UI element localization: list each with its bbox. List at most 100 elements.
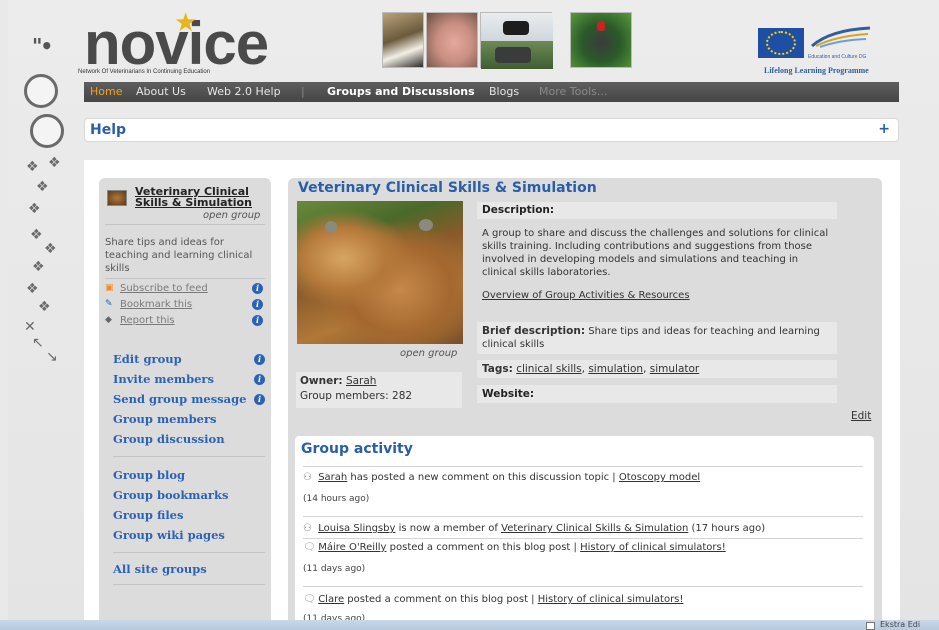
activity-text: posted a comment on this blog post | [344, 594, 538, 605]
nav-blogs[interactable]: Blogs [489, 85, 519, 99]
activity-text: posted a comment on this blog post | [386, 542, 581, 553]
edit-group-details-link[interactable]: Edit [851, 410, 871, 422]
report-link[interactable]: ◆ Report this i [105, 314, 267, 330]
group-members-count: Group members: 282 [300, 390, 413, 402]
info-icon[interactable]: i [254, 394, 265, 405]
lifelong-learning-logo [811, 26, 871, 48]
subscribe-feed-link[interactable]: ▣ Subscribe to feed i [105, 282, 267, 298]
activity-user-link[interactable]: Louisa Slingsby [318, 523, 395, 534]
sidebar-all-groups: All site groups [113, 560, 265, 580]
divider [303, 516, 863, 517]
activity-target-link[interactable]: Otoscopy model [619, 472, 700, 483]
group-description: A group to share and discuss the challen… [482, 228, 829, 278]
sidebar-utility-links: ▣ Subscribe to feed i ✎ Bookmark this i … [105, 282, 267, 330]
activity-target-link[interactable]: History of clinical simulators! [538, 594, 684, 605]
comment-icon: 🗨 [303, 594, 316, 605]
nav-groups-discussions[interactable]: Groups and Discussions [327, 85, 475, 99]
paw-icon: ❖ [48, 155, 61, 171]
activity-target-link[interactable]: Veterinary Clinical Skills & Simulation [501, 523, 688, 534]
overview-link[interactable]: Overview of Group Activities & Resources [482, 290, 690, 301]
info-icon[interactable]: i [252, 299, 263, 310]
nav-about-us[interactable]: About Us [136, 85, 186, 99]
brief-label: Brief description: [482, 325, 586, 337]
edit-group-link[interactable]: Edit group i [113, 350, 265, 370]
divider [303, 466, 863, 467]
activity-item: 🗨 Clare posted a comment on this blog po… [303, 594, 683, 605]
pawprint-decoration: ❖ ❖ ❖ ❖ ❖ ❖ ❖ ❖ ❖ ✕ ↖ ↘ [22, 60, 82, 380]
sidebar-group-tools: Group blog Group bookmarks Group files G… [113, 466, 265, 546]
website-box: Website: [477, 385, 837, 403]
all-site-groups-link[interactable]: All site groups [113, 560, 265, 580]
bookmark-link[interactable]: ✎ Bookmark this i [105, 298, 267, 314]
send-group-message-link[interactable]: Send group message i [113, 390, 265, 410]
dog-photo [382, 12, 424, 68]
activity-target-link[interactable]: History of clinical simulators! [580, 542, 726, 553]
sidebar-group-type: open group [203, 210, 261, 221]
group-bookmarks-link[interactable]: Group bookmarks [113, 486, 265, 506]
rss-icon: ▣ [105, 283, 114, 293]
paw-icon: ❖ [38, 299, 51, 315]
info-icon[interactable]: i [252, 283, 263, 294]
owner-name-link[interactable]: Sarah [346, 375, 377, 387]
divider [303, 586, 863, 587]
group-discussion-link[interactable]: Group discussion [113, 430, 265, 450]
eu-programme-text: Lifelong Learning Programme [764, 66, 869, 75]
info-icon[interactable]: i [254, 354, 265, 365]
group-members-link[interactable]: Group members [113, 410, 265, 430]
activity-time: (17 hours ago) [688, 523, 766, 534]
group-activity-title: Group activity [301, 441, 413, 457]
star-icon: ★ [174, 8, 198, 38]
activity-user-link[interactable]: Máire O'Reilly [318, 542, 386, 553]
activity-time: (14 hours ago) [303, 494, 370, 504]
paw-icon: ❖ [28, 201, 41, 217]
paw-icon: ↘ [46, 349, 58, 365]
members-icon: ⚇ [303, 523, 312, 534]
tags-label: Tags: [482, 363, 513, 375]
group-blog-link[interactable]: Group blog [113, 466, 265, 486]
brief-description-box: Brief description: Share tips and ideas … [477, 322, 837, 354]
activity-item: ⚇ Louisa Slingsby is now a member of Vet… [303, 523, 765, 534]
checkbox[interactable] [866, 622, 875, 630]
divider [113, 456, 265, 457]
eu-dg-text: Education and Culture DG [808, 54, 867, 60]
expand-plus-icon[interactable]: + [878, 121, 890, 137]
website-label: Website: [482, 388, 535, 400]
members-icon: ⚇ [303, 472, 312, 483]
sidebar-group-title[interactable]: Veterinary Clinical Skills & Simulation [135, 186, 267, 208]
brief-description: Brief description: Share tips and ideas … [482, 325, 834, 351]
tag-link[interactable]: simulator [650, 363, 699, 375]
group-title: Veterinary Clinical Skills & Simulation [298, 180, 597, 196]
activity-user-link[interactable]: Sarah [318, 472, 347, 483]
invite-members-link[interactable]: Invite members i [113, 370, 265, 390]
nav-home[interactable]: Home [90, 85, 122, 99]
group-wiki-pages-link[interactable]: Group wiki pages [113, 526, 265, 546]
help-title: Help [90, 122, 127, 138]
description-header: Description: [477, 202, 837, 219]
rooster-photo [570, 12, 632, 68]
divider [113, 552, 265, 553]
comment-icon: 🗨 [303, 542, 316, 553]
paw-icon: ❖ [26, 159, 39, 175]
activity-user-link[interactable]: Clare [318, 594, 344, 605]
divider [105, 224, 265, 225]
info-icon[interactable]: i [254, 374, 265, 385]
divider [303, 538, 863, 539]
bookmark-icon: ✎ [105, 299, 113, 309]
tag-link[interactable]: clinical skills [516, 363, 581, 375]
tags-box: Tags: clinical skills, simulation, simul… [477, 360, 837, 378]
activity-time: (11 days ago) [303, 564, 366, 574]
group-photo [297, 201, 463, 344]
novice-logo[interactable]: "• novice ★ Network Of Veterinarians In … [30, 10, 270, 80]
nav-separator: | [301, 85, 305, 98]
group-thumbnail[interactable] [107, 190, 127, 206]
paw-ring-icon [30, 114, 64, 148]
help-bar[interactable]: Help + [84, 118, 899, 142]
tag-link[interactable]: simulation [588, 363, 643, 375]
nav-web20-help[interactable]: Web 2.0 Help [207, 85, 281, 99]
group-files-link[interactable]: Group files [113, 506, 265, 526]
owner-label: Owner: [300, 375, 343, 387]
main-nav: Home About Us Web 2.0 Help | Groups and … [84, 82, 899, 102]
info-icon[interactable]: i [252, 315, 263, 326]
tags-line: Tags: clinical skills, simulation, simul… [482, 363, 700, 375]
nav-more-tools[interactable]: More Tools... [539, 85, 607, 99]
